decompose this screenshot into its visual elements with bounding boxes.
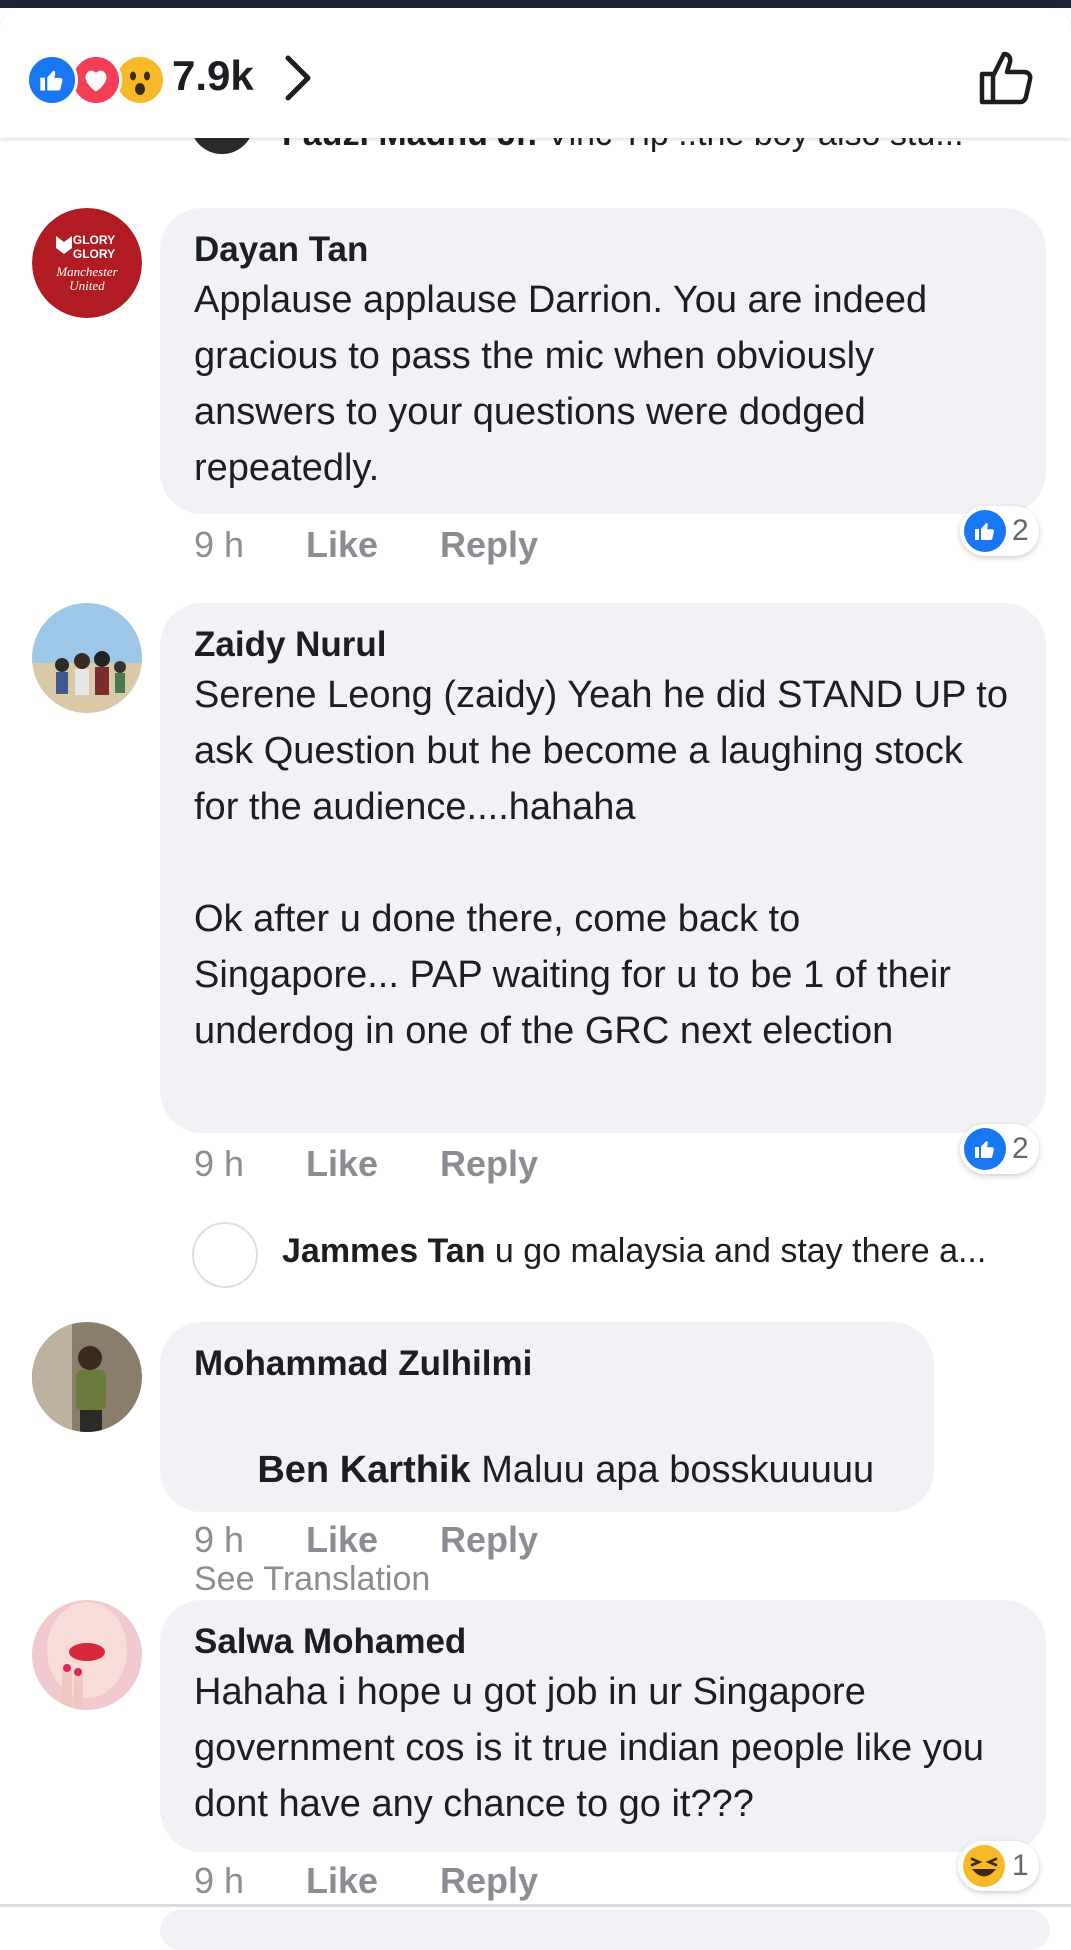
avatar[interactable] xyxy=(32,1322,142,1432)
timestamp: 9 h xyxy=(194,1143,245,1184)
status-strip xyxy=(0,0,1071,8)
comment-bubble[interactable] xyxy=(160,1910,1050,1950)
divider xyxy=(0,1904,1071,1907)
reactions-header: 7.9k xyxy=(0,8,1071,138)
like-button[interactable]: Like xyxy=(306,1143,440,1185)
avatar[interactable] xyxy=(32,1600,142,1710)
comment-actions: 9 h Like Reply xyxy=(194,1143,538,1185)
comment-actions: 9 h Like Reply xyxy=(194,1860,538,1902)
comment-reactions[interactable]: 2 xyxy=(960,506,1039,556)
reaction-count: 2 xyxy=(1012,514,1029,547)
like-button[interactable]: Like xyxy=(306,1519,440,1561)
comment-actions: 9 h Like Reply xyxy=(194,524,538,566)
thumbs-up-outline-icon[interactable] xyxy=(976,48,1036,113)
comment-text: Serene Leong (zaidy) Yeah he did STAND U… xyxy=(194,674,1008,1052)
like-button[interactable]: Like xyxy=(306,524,440,566)
avatar-text: GLORY xyxy=(73,247,115,261)
reply-text: u go malaysia and stay there a... xyxy=(494,1232,987,1270)
reply-summary[interactable]: Jammes Tan u go malaysia and stay there … xyxy=(192,1222,1062,1288)
reply-button[interactable]: Reply xyxy=(440,524,538,566)
avatar-text: Manchester xyxy=(55,264,118,279)
like-icon xyxy=(964,1128,1006,1170)
comment-author[interactable]: Zaidy Nurul xyxy=(194,623,1012,667)
avatar xyxy=(192,1222,258,1288)
timestamp: 9 h xyxy=(194,1860,245,1901)
avatar[interactable] xyxy=(32,603,142,713)
comment-text: Hahaha i hope u got job in ur Singapore … xyxy=(194,1671,995,1825)
avatar-text: United xyxy=(69,278,105,293)
comment-actions: 9 h Like Reply xyxy=(194,1519,538,1561)
avatar[interactable]: GLORY GLORY Manchester United xyxy=(32,208,142,318)
comment-reactions[interactable]: 2 xyxy=(960,1124,1039,1174)
avatar-text: GLORY xyxy=(73,233,115,247)
comment-bubble[interactable]: Mohammad Zulhilmi Ben Karthik Maluu apa … xyxy=(160,1322,934,1598)
reply-button[interactable]: Reply xyxy=(440,1519,538,1561)
timestamp: 9 h xyxy=(194,524,245,565)
chevron-right-icon[interactable] xyxy=(282,54,314,107)
timestamp: 9 h xyxy=(194,1519,245,1560)
mention-link[interactable]: Ben Karthik xyxy=(257,1449,470,1491)
like-icon xyxy=(964,510,1006,552)
see-translation-link[interactable]: See Translation xyxy=(194,1554,900,1604)
comment-author[interactable]: Salwa Mohamed xyxy=(194,1620,1012,1664)
comment-bubble[interactable]: Salwa Mohamed Hahaha i hope u got job in… xyxy=(160,1600,1046,1852)
comment-text: Applause applause Darrion. You are indee… xyxy=(194,279,938,489)
reaction-count: 2 xyxy=(1012,1132,1029,1165)
comment-reactions[interactable]: 1 xyxy=(958,1841,1039,1891)
comment-author[interactable]: Mohammad Zulhilmi xyxy=(194,1342,900,1386)
comment-text: Maluu apa bosskuuuuu xyxy=(470,1449,875,1491)
comment-bubble[interactable]: Zaidy Nurul Serene Leong (zaidy) Yeah he… xyxy=(160,603,1046,1133)
reply-button[interactable]: Reply xyxy=(440,1860,538,1902)
comment-bubble[interactable]: Dayan Tan Applause applause Darrion. You… xyxy=(160,208,1046,514)
reaction-count[interactable]: 7.9k xyxy=(172,52,254,100)
reply-button[interactable]: Reply xyxy=(440,1143,538,1185)
like-icon xyxy=(26,54,78,106)
like-button[interactable]: Like xyxy=(306,1860,440,1902)
haha-icon xyxy=(963,1845,1005,1887)
reaction-count: 1 xyxy=(1012,1849,1029,1882)
comment-author[interactable]: Dayan Tan xyxy=(194,228,1012,272)
reply-author[interactable]: Jammes Tan xyxy=(282,1232,485,1270)
